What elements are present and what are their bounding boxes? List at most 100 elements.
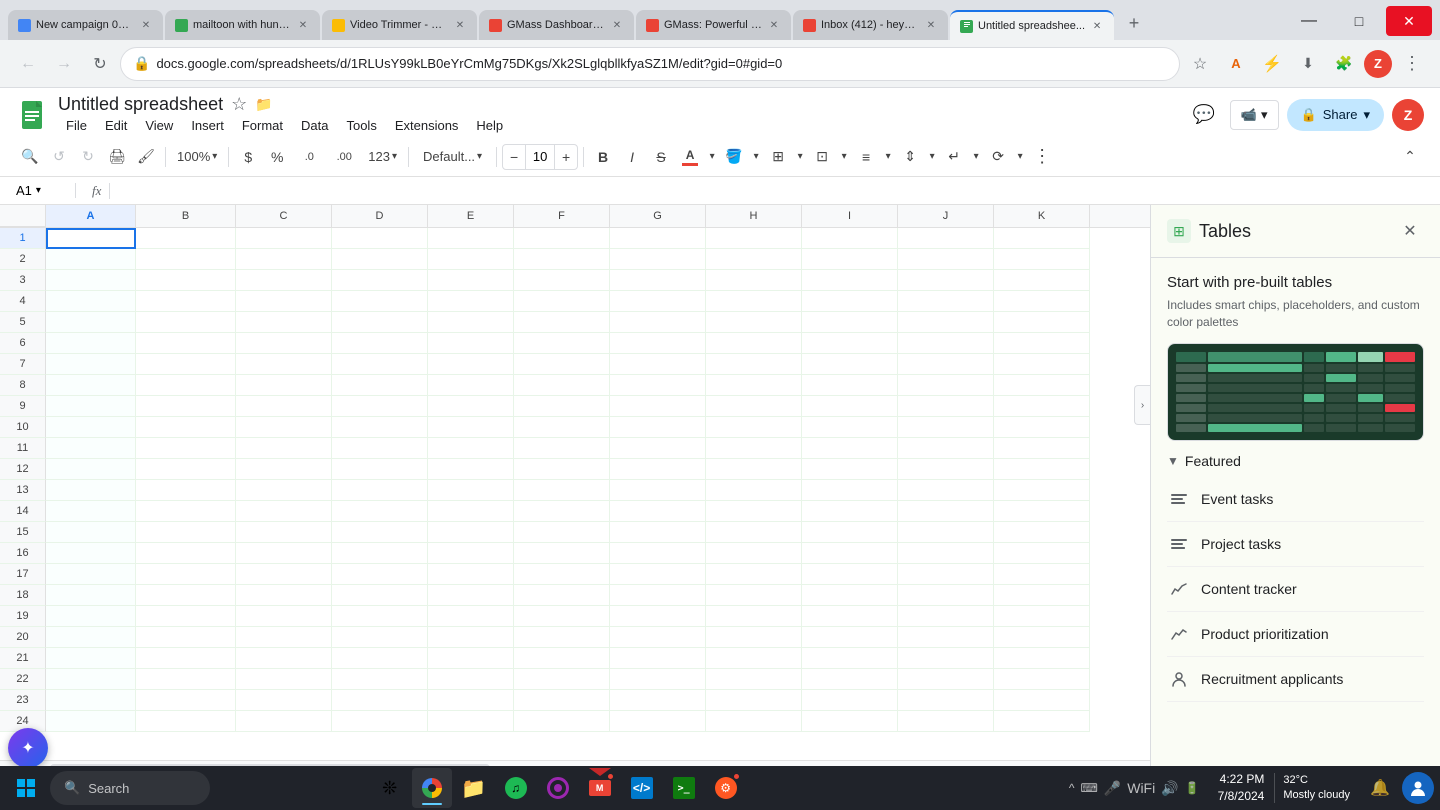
grid-cell[interactable] [898,291,994,312]
merge-cells-dropdown[interactable]: ▾ [837,143,851,171]
taskbar-app-vscode[interactable]: </> [622,768,662,808]
grid-cell[interactable] [706,648,802,669]
extensions-icon[interactable]: ⚡ [1256,48,1288,80]
grid-cell[interactable] [706,354,802,375]
row-number[interactable]: 20 [0,627,46,648]
zoom-selector[interactable]: 100% ▾ [171,147,223,166]
grid-cell[interactable] [514,669,610,690]
row-number[interactable]: 1 [0,228,46,249]
grid-cell[interactable] [994,291,1090,312]
grid-cell[interactable] [236,543,332,564]
taskbar-app-spotify[interactable]: ♫ [496,768,536,808]
bold-button[interactable]: B [589,143,617,171]
menu-help[interactable]: Help [468,116,511,135]
grid-cell[interactable] [610,711,706,732]
table-item-content-tracker[interactable]: Content tracker [1167,567,1424,612]
grid-cell[interactable] [236,564,332,585]
collapse-toolbar-button[interactable]: ⌃ [1396,143,1424,171]
grid-cell[interactable] [46,543,136,564]
grid-cell[interactable] [706,459,802,480]
row-number[interactable]: 3 [0,270,46,291]
grid-cell[interactable] [46,396,136,417]
grid-cell[interactable] [898,396,994,417]
grid-cell[interactable] [236,690,332,711]
grid-cell[interactable] [706,291,802,312]
grid-cell[interactable] [428,228,514,249]
tab-spreadsheet-active[interactable]: Untitled spreadshee... ✕ [950,10,1114,40]
row-number[interactable]: 5 [0,312,46,333]
grid-cell[interactable] [46,249,136,270]
menu-insert[interactable]: Insert [183,116,232,135]
grid-cell[interactable] [236,627,332,648]
taskbar-weather[interactable]: 32°C Mostly cloudy [1274,773,1358,804]
grid-cell[interactable] [802,291,898,312]
grid-cell[interactable] [898,333,994,354]
share-button[interactable]: 🔒 Share ▾ [1287,99,1384,131]
system-tray-icon-1[interactable]: ^ [1069,781,1075,795]
grid-cell[interactable] [898,312,994,333]
grid-cell[interactable] [332,669,428,690]
grid-cell[interactable] [332,375,428,396]
font-size-input[interactable] [525,145,555,169]
row-number[interactable]: 8 [0,375,46,396]
grid-cell[interactable] [136,564,236,585]
format-number-selector[interactable]: 123 ▾ [362,147,403,166]
grid-cell[interactable] [706,606,802,627]
grid-cell[interactable] [236,249,332,270]
grid-cell[interactable] [994,585,1090,606]
grid-cell[interactable] [898,690,994,711]
grid-cell[interactable] [428,564,514,585]
grid-cell[interactable] [428,522,514,543]
paint-format-button[interactable]: 🖌 [132,143,160,171]
row-number[interactable]: 2 [0,249,46,270]
grid-cell[interactable] [706,627,802,648]
grid-cell[interactable] [428,585,514,606]
decimal-increase-button[interactable]: .00 [327,143,361,171]
grid-cell[interactable] [514,228,610,249]
grid-cell[interactable] [706,333,802,354]
grid-cell[interactable] [514,648,610,669]
decimal-decrease-button[interactable]: .0 [292,143,326,171]
table-item-product-prioritization[interactable]: Product prioritization [1167,612,1424,657]
grid-cell[interactable] [332,690,428,711]
v-align-button[interactable]: ⇕ [896,143,924,171]
print-button[interactable]: 🖨 [103,143,131,171]
grid-cell[interactable] [332,417,428,438]
grid-cell[interactable] [994,606,1090,627]
grid-cell[interactable] [236,417,332,438]
grid-cell[interactable] [236,438,332,459]
col-header-g[interactable]: G [610,205,706,227]
font-size-decrease-button[interactable]: − [503,145,525,169]
grid-cell[interactable] [610,627,706,648]
grid-cell[interactable] [514,270,610,291]
keyboard-icon[interactable]: ⌨ [1080,781,1097,795]
grid-cell[interactable] [332,249,428,270]
tab-video-trimmer[interactable]: Video Trimmer - Cut ... ✕ [322,10,477,40]
row-number[interactable]: 19 [0,606,46,627]
move-to-drive-icon[interactable]: 📁 [255,96,272,113]
grid-cell[interactable] [802,480,898,501]
grid-cell[interactable] [332,354,428,375]
grid-cell[interactable] [994,375,1090,396]
grid-cell[interactable] [706,312,802,333]
grid-cell[interactable] [610,354,706,375]
grid-cell[interactable] [994,228,1090,249]
grid-cell[interactable] [994,354,1090,375]
grid-cell[interactable] [428,501,514,522]
grid-cell[interactable] [46,501,136,522]
ext-puzzle-icon[interactable]: 🧩 [1328,48,1360,80]
grid-cell[interactable] [706,585,802,606]
grid-cell[interactable] [514,291,610,312]
grid-cell[interactable] [994,669,1090,690]
grid-cell[interactable] [610,564,706,585]
h-align-button[interactable]: ≡ [852,143,880,171]
merge-cells-button[interactable]: ⊡ [808,143,836,171]
grid-cell[interactable] [610,459,706,480]
grid-cell[interactable] [46,291,136,312]
grid-cell[interactable] [332,480,428,501]
grid-cell[interactable] [706,501,802,522]
grid-cell[interactable] [46,354,136,375]
grid-cell[interactable] [994,396,1090,417]
reload-button[interactable]: ↻ [84,48,116,80]
grid-cell[interactable] [898,669,994,690]
